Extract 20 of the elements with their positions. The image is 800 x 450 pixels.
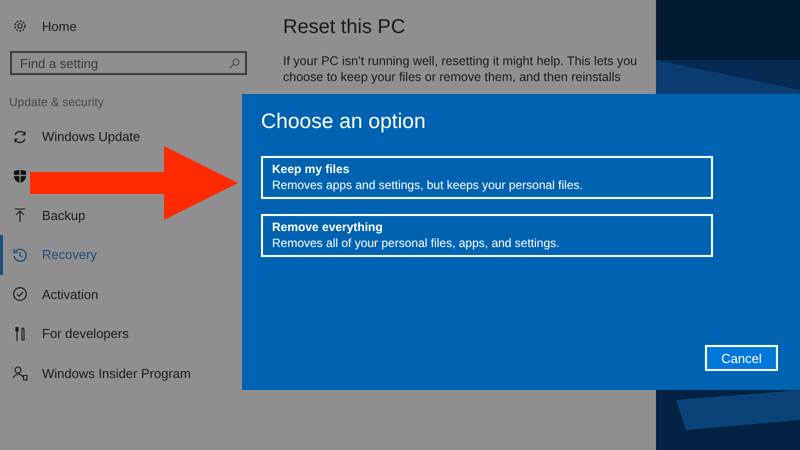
gear-icon [12,18,28,34]
nav-item[interactable]: For developers [0,314,258,354]
history-icon [12,246,28,263]
search-field[interactable]: Find a setting [10,51,247,75]
user-icon [12,365,28,382]
upload-icon [12,207,28,224]
nav-item[interactable]: Activation [0,274,258,314]
check-circle-icon [12,286,28,302]
option-button[interactable]: Remove everything Removes all of your personal files, apps, and settings. [261,214,713,257]
search-icon [229,58,240,69]
dialog-title: Choose an option [261,110,427,134]
page-title: Reset this PC [283,16,406,39]
section-heading: Update & security [9,95,105,109]
option-button[interactable]: Keep my files Removes apps and settings, but keeps your personal files. [261,156,713,199]
shield-icon [12,168,28,184]
sync-icon [12,128,28,145]
nav-item[interactable]: Windows Insider Program [0,353,258,393]
home-link[interactable]: Home [42,18,77,34]
description-text: If your PC isn’t running well, resetting it might help. This lets you choose to keep your files or remove them, and then reinstalls [283,53,638,85]
cancel-button[interactable]: Cancel [705,345,778,371]
